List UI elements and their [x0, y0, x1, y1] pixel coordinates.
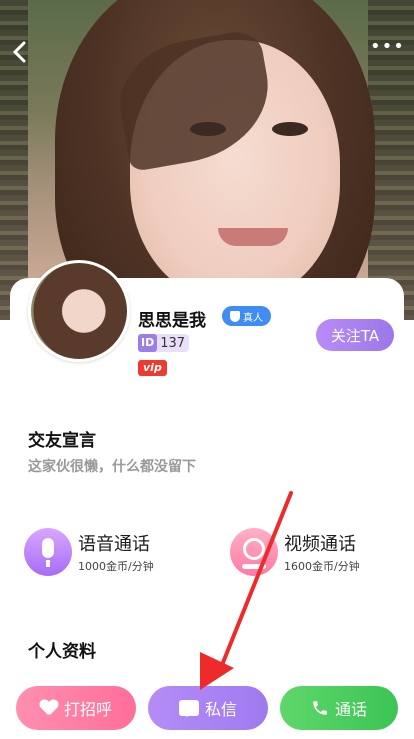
annotation-arrow	[200, 491, 293, 690]
